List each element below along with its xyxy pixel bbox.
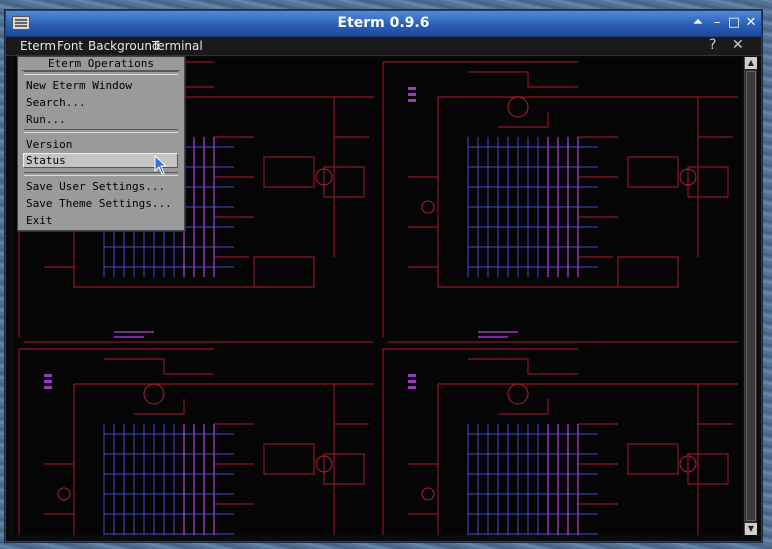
eterm-operations-menu: Eterm Operations New Eterm Window Search… bbox=[17, 56, 185, 231]
scroll-up-icon[interactable]: ▲ bbox=[745, 57, 757, 69]
menu-new-eterm-window[interactable]: New Eterm Window bbox=[26, 78, 132, 93]
menu-save-theme-settings[interactable]: Save Theme Settings... bbox=[26, 196, 172, 211]
menu-separator bbox=[24, 71, 178, 75]
scrollbar[interactable]: ▲ ▼ bbox=[744, 57, 757, 535]
maximize-button[interactable]: □ bbox=[725, 14, 743, 32]
mouse-cursor-icon bbox=[154, 155, 168, 175]
menu-bar: Eterm Font Background Terminal ? ✕ bbox=[6, 37, 761, 56]
shade-button[interactable]: ⏶ bbox=[689, 14, 707, 32]
menu-background[interactable]: Background bbox=[88, 39, 160, 53]
window-title: Eterm 0.9.6 bbox=[337, 15, 430, 31]
menu-run[interactable]: Run... bbox=[26, 112, 66, 127]
close-window-button[interactable]: ✕ bbox=[742, 14, 760, 32]
menu-eterm[interactable]: Eterm bbox=[20, 39, 56, 53]
menu-save-user-settings[interactable]: Save User Settings... bbox=[26, 179, 165, 194]
title-bar[interactable]: Eterm 0.9.6 ⏶ – □ ✕ bbox=[6, 11, 761, 37]
scrollbar-thumb[interactable] bbox=[746, 71, 756, 521]
menu-version[interactable]: Version bbox=[26, 137, 72, 152]
menu-terminal[interactable]: Terminal bbox=[152, 39, 203, 53]
minimize-button[interactable]: – bbox=[708, 14, 726, 32]
menu-search[interactable]: Search... bbox=[26, 95, 86, 110]
menu-separator bbox=[24, 129, 178, 133]
scroll-down-icon[interactable]: ▼ bbox=[745, 523, 757, 535]
menu-status[interactable]: Status bbox=[26, 153, 66, 168]
menu-exit[interactable]: Exit bbox=[26, 213, 53, 228]
menu-font[interactable]: Font bbox=[57, 39, 83, 53]
menu-title: Eterm Operations bbox=[22, 57, 180, 71]
close-terminal-icon[interactable]: ✕ bbox=[732, 37, 744, 53]
help-icon[interactable]: ? bbox=[709, 37, 716, 53]
